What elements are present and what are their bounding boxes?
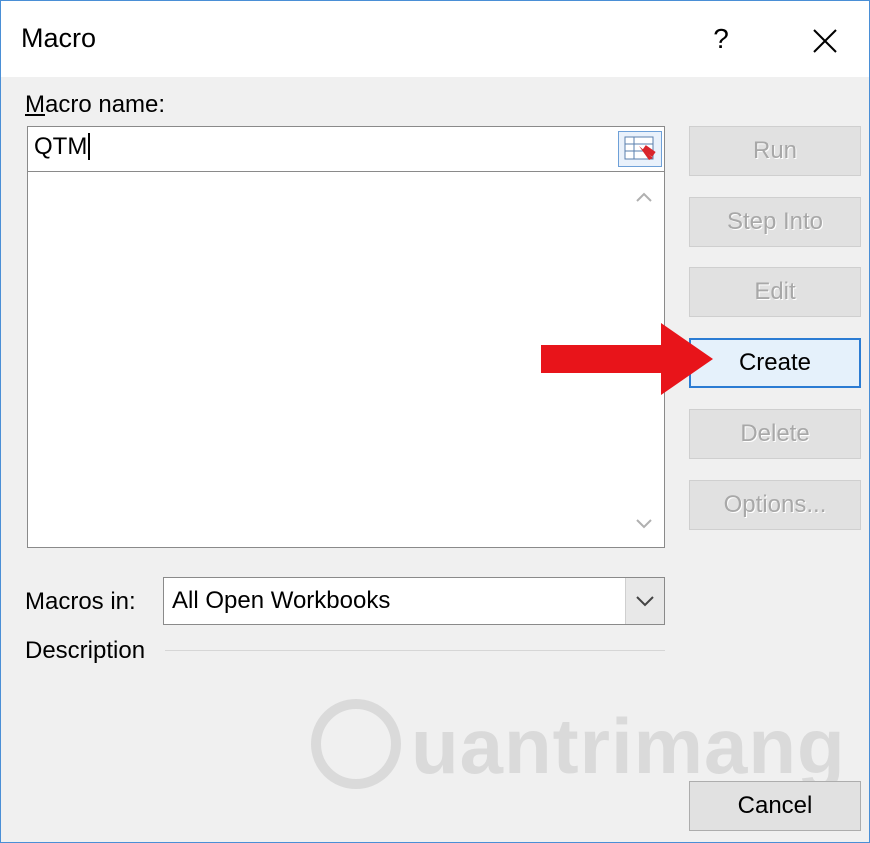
title-bar: Macro ? xyxy=(1,1,869,77)
close-icon xyxy=(813,29,837,53)
text-cursor xyxy=(88,133,97,160)
macro-name-input[interactable]: QTM xyxy=(27,126,665,172)
red-arrow-icon xyxy=(541,323,713,395)
range-picker-icon xyxy=(624,136,656,160)
close-button[interactable] xyxy=(803,19,847,63)
description-label: Description xyxy=(25,637,146,664)
macros-in-label: Macros in: xyxy=(25,588,136,615)
macro-name-value: QTM xyxy=(34,133,88,160)
edit-button[interactable]: Edit xyxy=(689,267,861,317)
options-button[interactable]: Options... xyxy=(689,480,861,530)
description-divider xyxy=(165,650,665,651)
macro-name-label: Macro name: xyxy=(25,91,166,118)
dialog-title: Macro xyxy=(21,23,97,53)
macros-in-value: All Open Workbooks xyxy=(172,587,391,614)
range-picker-button[interactable] xyxy=(618,131,662,167)
macros-in-dropdown-button[interactable] xyxy=(625,578,664,624)
chevron-down-icon[interactable] xyxy=(634,517,654,531)
create-button[interactable]: Create xyxy=(689,338,861,388)
delete-button[interactable]: Delete xyxy=(689,409,861,459)
step-into-button[interactable]: Step Into xyxy=(689,197,861,247)
macros-in-select[interactable]: All Open Workbooks xyxy=(163,577,665,625)
chevron-up-icon[interactable] xyxy=(634,190,654,204)
chevron-down-icon xyxy=(636,596,654,607)
create-button-label: Create xyxy=(738,349,812,376)
macro-dialog: Macro ? Macro name: QTM Run Step Into Ed… xyxy=(0,0,870,843)
cancel-button[interactable]: Cancel xyxy=(689,781,861,831)
run-button[interactable]: Run xyxy=(689,126,861,176)
help-button[interactable]: ? xyxy=(701,19,741,59)
